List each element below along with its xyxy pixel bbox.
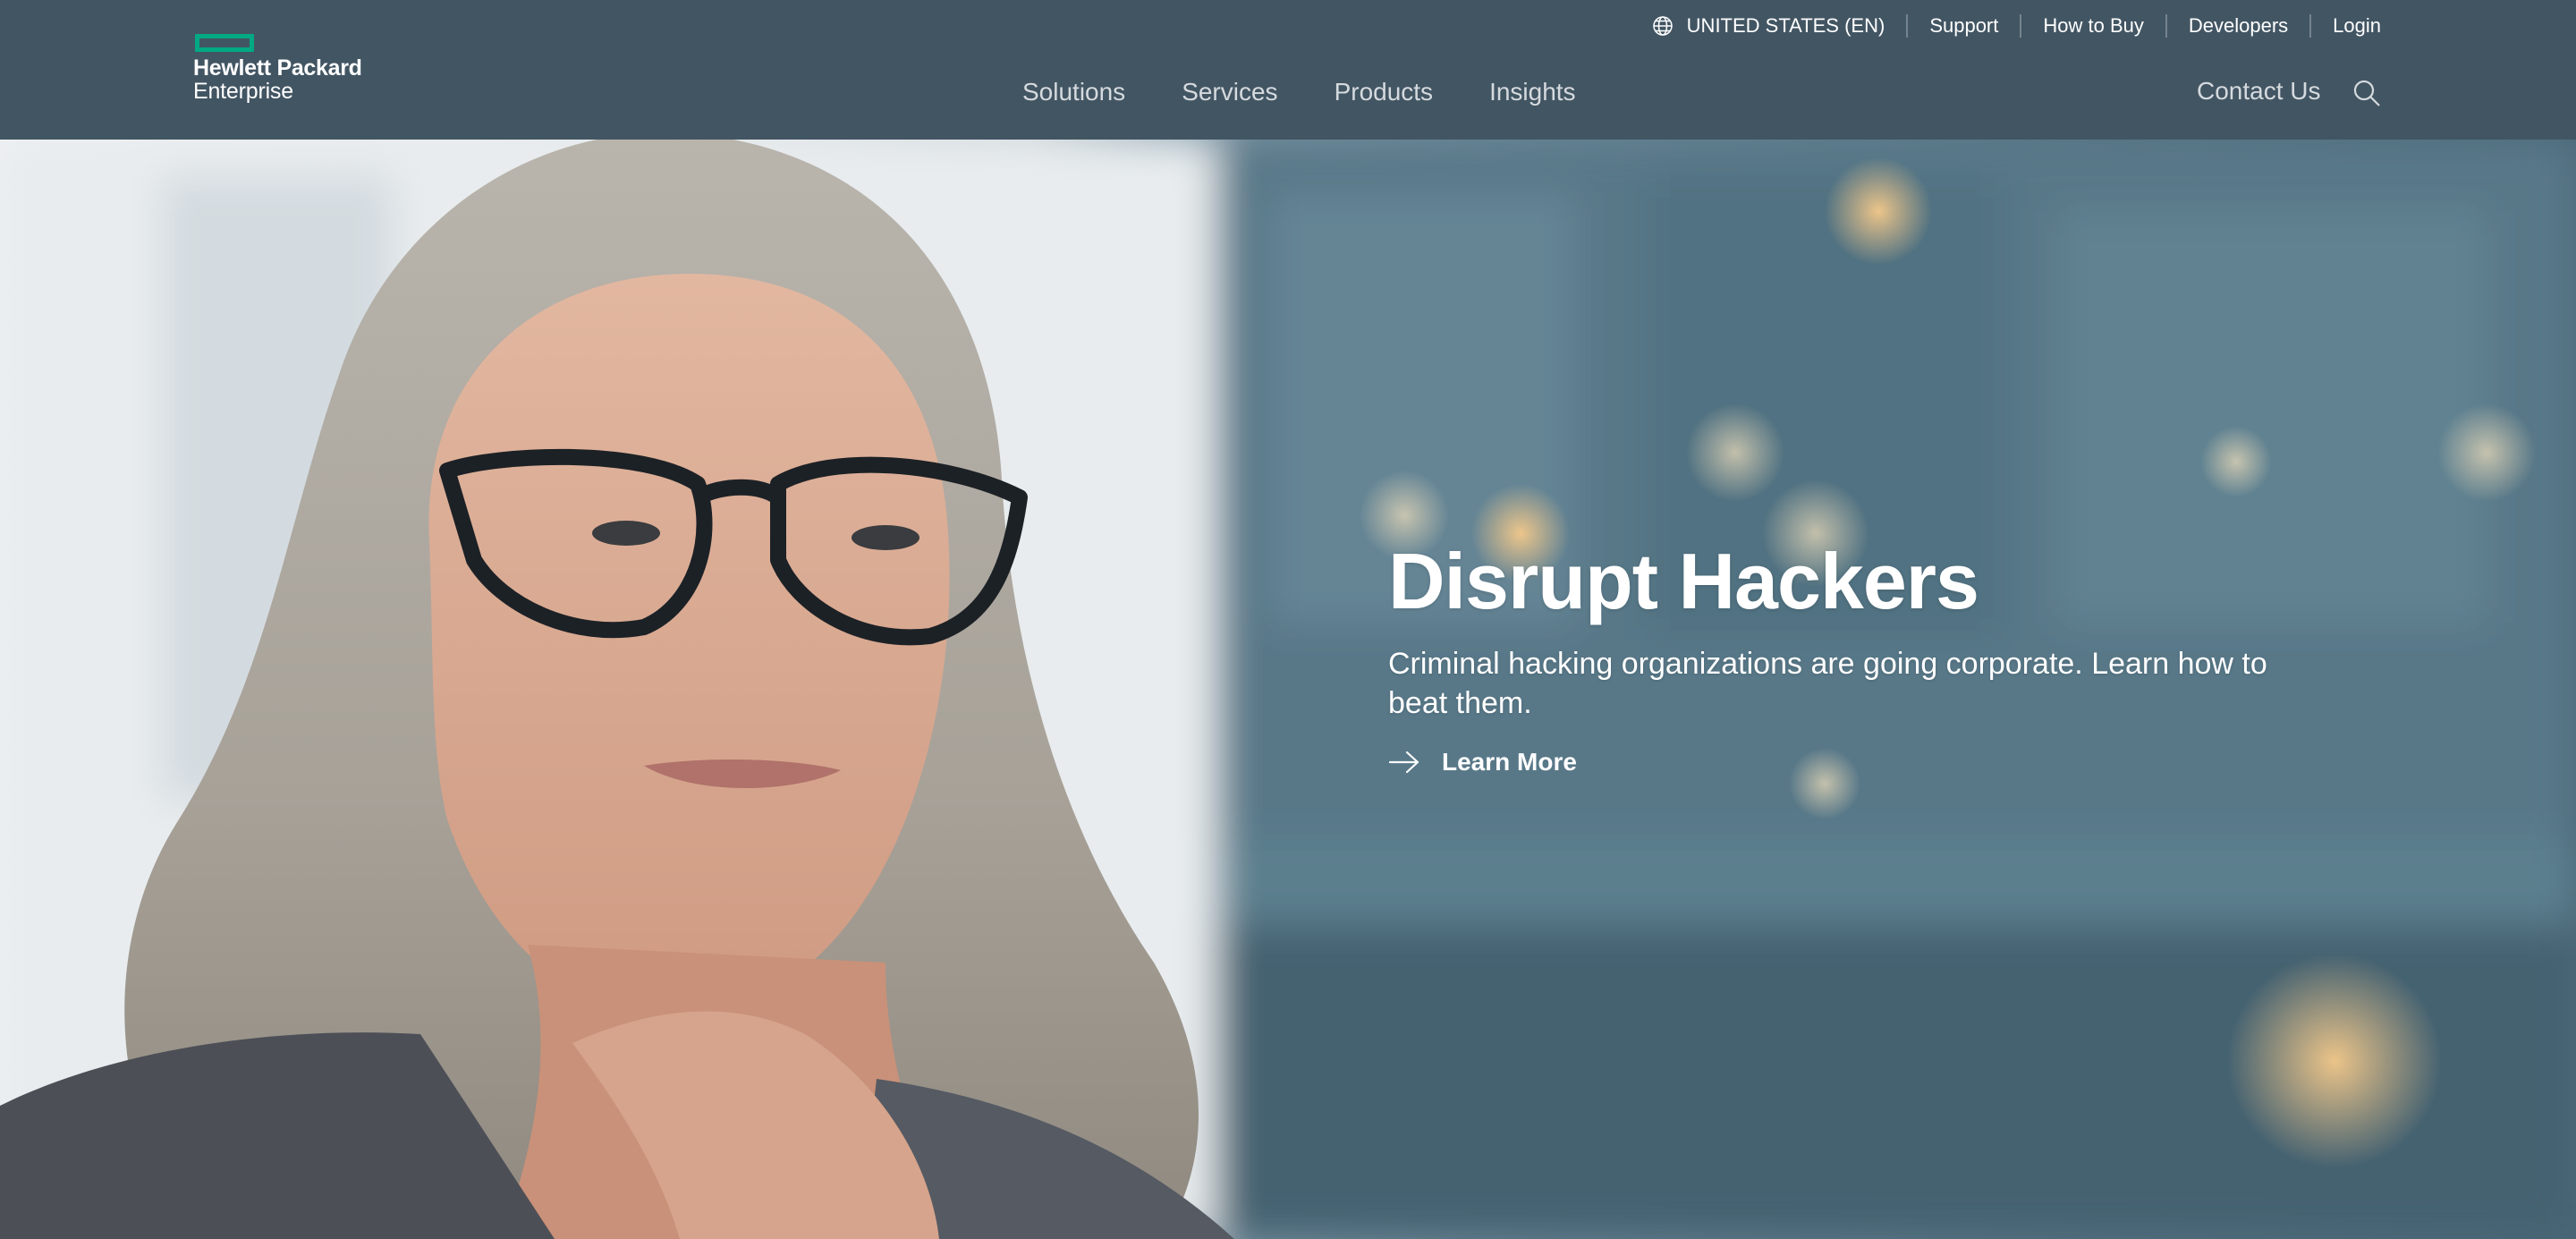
utility-divider [2165,14,2167,38]
utility-link-how-to-buy[interactable]: How to Buy [2043,14,2144,38]
hero-content: Disrupt Hackers Criminal hacking organiz… [1388,542,2336,776]
hero-title: Disrupt Hackers [1388,537,1979,625]
logo-rectangle-icon [195,34,254,52]
nav-item-solutions[interactable]: Solutions [1022,78,1125,106]
hpe-logo[interactable]: Hewlett Packard Enterprise [193,32,372,107]
nav-item-services[interactable]: Services [1182,78,1277,106]
region-selector[interactable]: UNITED STATES (EN) [1652,14,1885,38]
region-label: UNITED STATES (EN) [1686,14,1885,37]
nav-item-insights[interactable]: Insights [1489,78,1576,106]
utility-link-login[interactable]: Login [2333,14,2381,38]
utility-nav: UNITED STATES (EN) Support How to Buy De… [1652,13,2381,39]
utility-divider [2020,14,2022,38]
learn-more-link[interactable]: Learn More [1388,748,2336,776]
utility-divider [1906,14,1909,38]
learn-more-label: Learn More [1442,748,1577,776]
main-nav: Solutions Services Products Insights [1022,77,1632,107]
hero-banner: Disrupt Hackers Criminal hacking organiz… [0,140,2576,1239]
nav-item-products[interactable]: Products [1335,78,1434,106]
utility-link-developers[interactable]: Developers [2189,14,2288,38]
site-header: Hewlett Packard Enterprise UNITED STATES… [0,0,2576,140]
utility-divider [2309,14,2312,38]
search-icon[interactable] [2352,79,2381,107]
contact-us-link[interactable]: Contact Us [2197,77,2321,107]
arrow-right-icon [1388,751,1419,774]
logo-text-line2: Enterprise [193,79,293,104]
globe-icon [1652,16,1673,36]
logo-text-line1: Hewlett Packard [193,55,362,81]
utility-link-support[interactable]: Support [1929,14,1998,38]
hero-subtitle: Criminal hacking organizations are going… [1388,647,2267,720]
